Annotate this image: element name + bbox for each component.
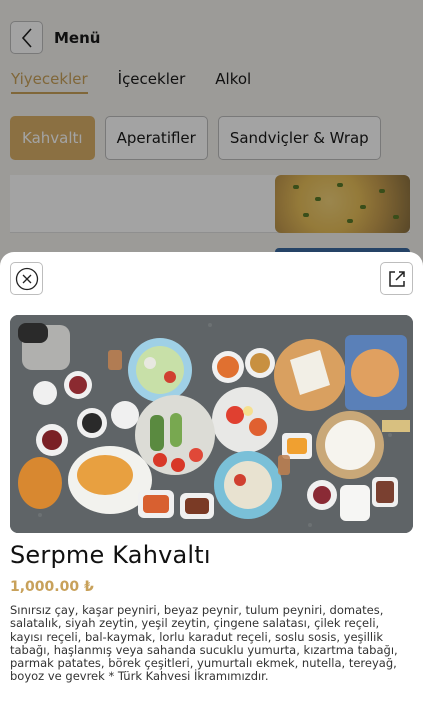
close-button[interactable] [10,262,43,295]
product-description: Sınırsız çay, kaşar peyniri, beyaz peyni… [10,603,398,684]
product-name: Serpme Kahvaltı [10,541,211,569]
share-icon [388,270,405,287]
share-button[interactable] [380,262,413,295]
breakfast-spread-image [10,315,413,533]
product-price: 1,000.00 ₺ [10,579,94,595]
product-photo [10,315,413,533]
close-circle-icon [15,267,38,290]
product-detail-sheet: Serpme Kahvaltı 1,000.00 ₺ Sınırsız çay,… [0,252,423,720]
